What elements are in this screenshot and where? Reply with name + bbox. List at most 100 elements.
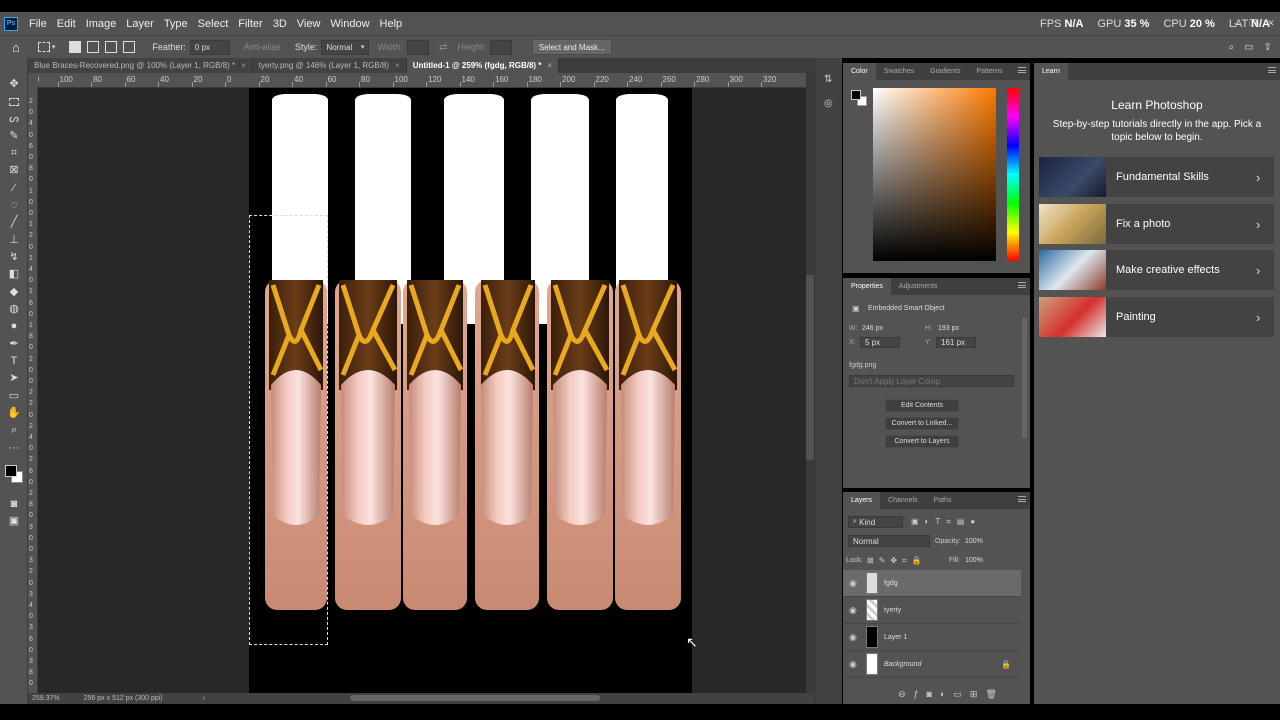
screen-mode-icon[interactable]: ▣ [7,515,21,527]
layer-row-background[interactable]: ◉ Background 🔒 [843,651,1021,678]
layer-row-tyerty[interactable]: ◉ tyerty [843,597,1021,624]
blur-tool-icon[interactable]: ◍ [7,303,21,315]
menu-select[interactable]: Select [193,18,234,30]
vertical-scroll-thumb[interactable] [806,275,814,460]
marquee-preset-icon[interactable] [37,42,50,52]
menu-edit[interactable]: Edit [52,18,81,30]
panel-menu-icon[interactable] [1268,67,1276,73]
layer-row-fgdg[interactable]: ◉ fgdg [843,570,1021,597]
actions-panel-icon[interactable]: ◎ [824,98,833,109]
tab-adjustments[interactable]: Adjustments [891,278,946,295]
layer-name[interactable]: Background [884,661,921,668]
menu-help[interactable]: Help [375,18,408,30]
layers-footer-icons[interactable]: ⊖ƒ◙◐▭⊞🗑 [898,689,1005,700]
visibility-eye-icon[interactable]: ◉ [849,659,859,670]
visibility-eye-icon[interactable]: ◉ [849,605,859,616]
menu-view[interactable]: View [292,18,326,30]
add-selection-icon[interactable] [87,41,100,53]
edit-contents-button[interactable]: Edit Contents [885,399,959,412]
panel-menu-icon[interactable] [1018,67,1026,73]
style-select[interactable]: Normal ▾ [321,39,370,55]
minimize-icon[interactable]: – [1234,18,1239,30]
learn-card-fundamental-skills[interactable]: Fundamental Skills › [1039,157,1274,197]
anti-alias-checkbox[interactable]: Anti-alias [244,42,281,52]
layer-row-layer-1[interactable]: ◉ Layer 1 [843,624,1021,651]
visibility-eye-icon[interactable]: ◉ [849,578,859,589]
workspace-icon[interactable]: ▭ [1244,42,1253,53]
visibility-eye-icon[interactable]: ◉ [849,632,859,643]
eraser-tool-icon[interactable]: ◧ [7,268,21,280]
menu-3d[interactable]: 3D [268,18,292,30]
tab-paths[interactable]: Paths [926,492,960,509]
pen-tool-icon[interactable]: ✒ [7,338,21,350]
subtract-selection-icon[interactable] [105,41,118,53]
rectangle-tool-icon[interactable]: ▭ [7,390,21,402]
tab-channels[interactable]: Channels [880,492,926,509]
type-tool-icon[interactable]: T [7,355,21,367]
quick-selection-tool-icon[interactable]: ✎ [7,130,21,142]
menu-layer[interactable]: Layer [121,18,159,30]
opacity-input[interactable]: 100% [965,538,983,545]
color-field[interactable] [873,88,996,261]
quick-mask-icon[interactable]: ◙ [7,498,21,510]
menu-file[interactable]: File [24,18,52,30]
tab-color[interactable]: Color [843,63,876,80]
menu-type[interactable]: Type [159,18,193,30]
tab-patterns[interactable]: Patterns [968,63,1010,80]
close-icon[interactable]: × [395,61,400,70]
panel-menu-icon[interactable] [1018,282,1026,288]
home-icon[interactable]: ⌂ [12,40,20,55]
panel-menu-icon[interactable] [1018,496,1026,502]
crop-tool-icon[interactable]: ⌗ [7,147,21,159]
frame-tool-icon[interactable]: ⊠ [7,164,21,176]
menu-image[interactable]: Image [81,18,122,30]
swap-icon[interactable]: ⇄ [439,42,447,53]
tab-layers[interactable]: Layers [843,492,881,509]
horizontal-ruler[interactable]: 1201008060402002040608010012014016018020… [38,73,808,88]
clone-stamp-tool-icon[interactable]: ⊥ [7,234,21,246]
path-selection-tool-icon[interactable]: ➤ [7,372,21,384]
menu-filter[interactable]: Filter [233,18,267,30]
paint-bucket-tool-icon[interactable]: ◆ [7,286,21,298]
x-input[interactable]: 5 px [860,337,900,348]
close-icon[interactable]: × [241,61,246,70]
history-panel-icon[interactable]: ⇅ [824,74,832,85]
lock-icons[interactable]: ⊠✎✥⌗🔒 [867,556,927,566]
color-swatches[interactable] [4,460,24,488]
height-value[interactable]: 193 px [938,325,959,332]
zoom-level[interactable]: 259.37% [32,695,60,702]
layer-comp-select[interactable]: Don't Apply Layer Comp [849,375,1014,387]
zoom-tool-icon[interactable]: ⌕ [7,424,21,436]
chevron-down-icon[interactable]: ▾ [52,43,56,51]
hue-slider[interactable] [1007,88,1019,261]
blend-mode-select[interactable]: Normal [848,535,930,547]
layer-name[interactable]: Layer 1 [884,634,907,641]
tab-learn[interactable]: Learn [1034,63,1068,80]
close-window-icon[interactable]: ✕ [1267,18,1275,30]
convert-to-linked-button[interactable]: Convert to Linked... [885,417,959,430]
brush-tool-icon[interactable]: ╱ [7,216,21,228]
close-icon[interactable]: × [547,61,552,70]
layer-name[interactable]: fgdg [884,580,898,587]
new-selection-icon[interactable] [69,41,82,53]
status-menu-arrow[interactable]: › [203,695,205,702]
learn-card-painting[interactable]: Painting › [1039,297,1274,337]
horizontal-scroll-thumb[interactable] [350,695,600,701]
ruler-origin[interactable] [28,73,38,88]
dodge-tool-icon[interactable]: ● [7,320,21,332]
restore-icon[interactable]: ❐ [1249,18,1257,30]
tab-untitled-1[interactable]: Untitled-1 @ 259% (fgdg, RGB/8) * × [406,58,560,73]
y-input[interactable]: 161 px [936,337,976,348]
hand-tool-icon[interactable]: ✋ [7,407,21,419]
share-icon[interactable]: ⇪ [1264,42,1272,53]
feather-input[interactable]: 0 px [189,39,230,55]
layer-name[interactable]: tyerty [884,607,901,614]
select-and-mask-button[interactable]: Select and Mask... [531,39,612,55]
fill-input[interactable]: 100% [965,557,983,564]
width-input[interactable] [406,39,429,55]
search-icon[interactable]: ⌕ [1229,42,1235,53]
eyedropper-tool-icon[interactable]: ⁄ [7,182,21,194]
tab-tyerty[interactable]: tyerty.png @ 146% (Layer 1, RGB/8) × [252,58,407,73]
tab-gradients[interactable]: Gradients [922,63,968,80]
properties-scrollbar[interactable] [1022,318,1027,438]
